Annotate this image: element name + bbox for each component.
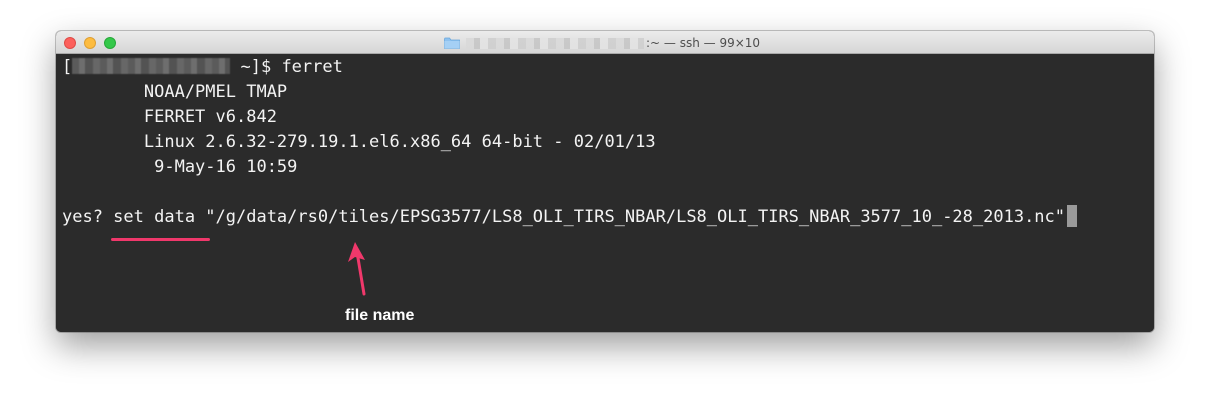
banner-line: NOAA/PMEL TMAP	[62, 82, 288, 102]
command-underline-annotation	[111, 238, 210, 241]
banner-line: FERRET v6.842	[62, 107, 277, 127]
folder-icon	[444, 37, 460, 49]
text-cursor	[1067, 205, 1078, 227]
window-title-text: :~ — ssh — 99×10	[646, 36, 761, 50]
terminal-window: :~ — ssh — 99×10 [ ~]$ ferret NOAA/PMEL …	[56, 31, 1154, 332]
redacted-hostname	[466, 37, 644, 49]
terminal-output[interactable]: [ ~]$ ferret NOAA/PMEL TMAP FERRET v6.84…	[56, 54, 1154, 332]
maximize-button[interactable]	[104, 37, 116, 49]
title-bar[interactable]: :~ — ssh — 99×10	[56, 31, 1154, 54]
prompt-line: [ ~]$ ferret	[62, 55, 343, 80]
prompt-command: ferret	[281, 57, 343, 77]
file-name-annotation: file name	[345, 307, 415, 324]
minimize-button[interactable]	[84, 37, 96, 49]
window-title: :~ — ssh — 99×10	[444, 35, 760, 51]
banner-line: 9-May-16 10:59	[62, 157, 298, 177]
arrow-annotation-icon	[348, 242, 366, 296]
input-line[interactable]: yes? set data "/g/data/rs0/tiles/EPSG357…	[62, 205, 1078, 230]
close-button[interactable]	[64, 37, 76, 49]
prompt-tail: ~]$	[230, 57, 282, 77]
command-text: yes? set data "/g/data/rs0/tiles/EPSG357…	[62, 207, 1066, 227]
banner-line: Linux 2.6.32-279.19.1.el6.x86_64 64-bit …	[62, 132, 656, 152]
redacted-user-host	[72, 58, 231, 74]
prompt-open-bracket: [	[62, 57, 73, 77]
